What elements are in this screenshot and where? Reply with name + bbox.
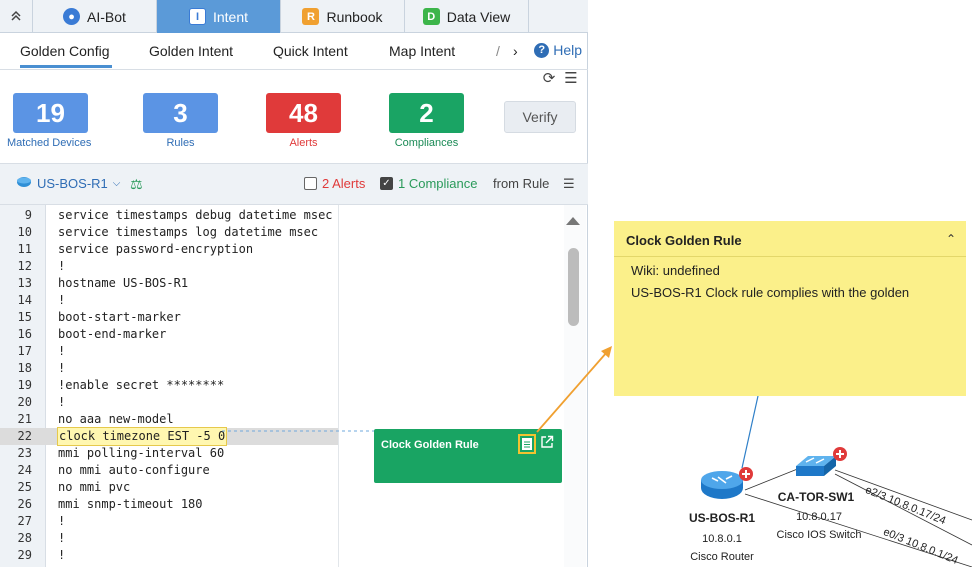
switch-name: CA-TOR-SW1 bbox=[777, 490, 855, 504]
router-type: Cisco Router bbox=[690, 551, 754, 563]
router-name: US-BOS-R1 bbox=[688, 511, 755, 525]
note-divider bbox=[614, 256, 966, 257]
note-wiki: Wiki: undefined bbox=[631, 263, 720, 278]
note-message: US-BOS-R1 Clock rule complies with the g… bbox=[631, 285, 910, 300]
switch-node[interactable] bbox=[792, 446, 850, 483]
collapse-note-chevron-up-icon[interactable]: ⌃ bbox=[946, 232, 956, 246]
switch-ip: 10.8.0.17 bbox=[796, 511, 842, 523]
note-title: Clock Golden Rule bbox=[626, 233, 742, 248]
router-ip: 10.8.0.1 bbox=[702, 533, 742, 545]
router-node[interactable] bbox=[700, 466, 753, 509]
router-icon bbox=[701, 467, 753, 499]
rule-note: Clock Golden Rule ⌃ Wiki: undefined US-B… bbox=[614, 221, 966, 396]
switch-type: Cisco IOS Switch bbox=[776, 529, 862, 541]
switch-icon bbox=[796, 447, 847, 476]
